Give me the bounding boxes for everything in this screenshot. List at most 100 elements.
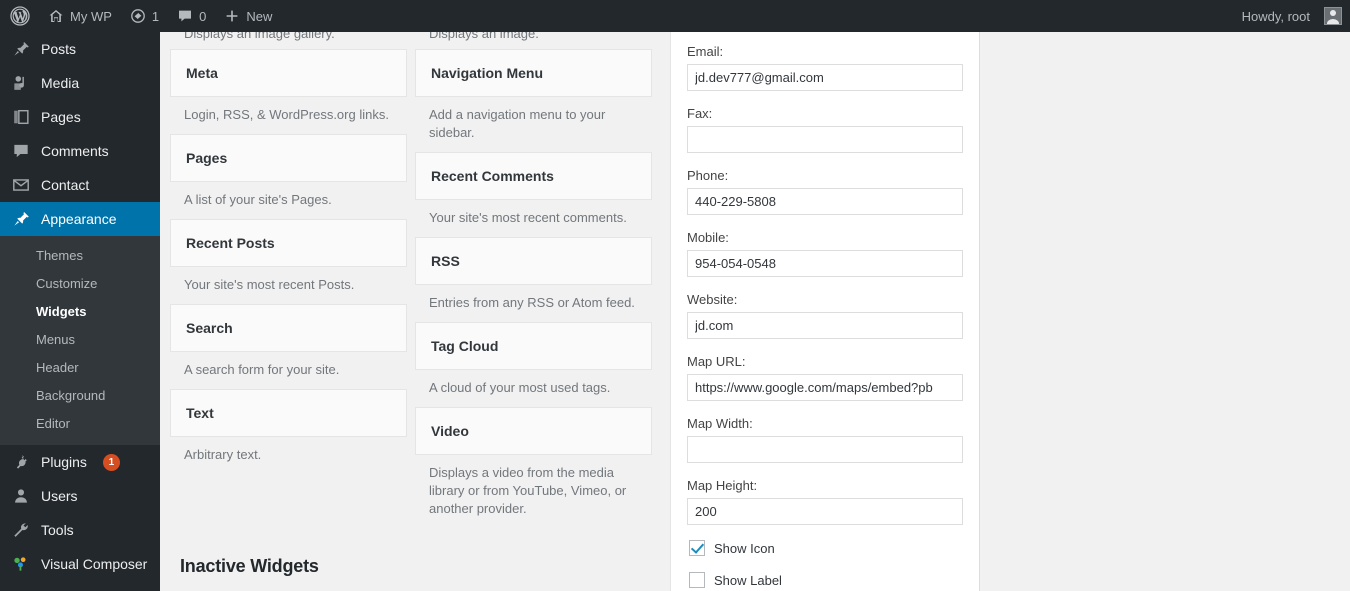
sidebar-item-plugins[interactable]: Plugins 1 (0, 445, 160, 479)
site-name-label: My WP (70, 8, 112, 24)
show-label-checkbox[interactable] (689, 572, 705, 588)
comment-bubble-icon (11, 141, 31, 161)
sidebar-item-label: Appearance (41, 211, 117, 227)
map-height-label: Map Height: (687, 478, 758, 493)
phone-field-group: Phone: (687, 168, 963, 215)
map-height-field[interactable] (687, 498, 963, 525)
show-icon-row: Show Icon (689, 540, 963, 556)
visual-composer-icon (11, 554, 31, 574)
map-height-field-group: Map Height: (687, 478, 963, 525)
fax-field[interactable] (687, 126, 963, 153)
map-url-field-group: Map URL: (687, 354, 963, 401)
submenu-item-widgets[interactable]: Widgets (0, 298, 160, 326)
map-url-field[interactable] (687, 374, 963, 401)
appearance-brush-icon (11, 209, 31, 229)
phone-field[interactable] (687, 188, 963, 215)
map-url-label: Map URL: (687, 354, 746, 369)
widget-card-pages[interactable]: Pages (170, 134, 407, 182)
sidebar-item-label: Visual Composer (41, 556, 148, 572)
widget-description: A list of your site's Pages. (184, 192, 332, 207)
show-icon-label: Show Icon (714, 540, 775, 556)
clipped-widget-description-right: Displays an image. (429, 32, 539, 41)
media-icon (11, 73, 31, 93)
mobile-label: Mobile: (687, 230, 729, 245)
submenu-item-themes[interactable]: Themes (0, 242, 160, 270)
website-field[interactable] (687, 312, 963, 339)
sidebar-item-tools[interactable]: Tools (0, 513, 160, 547)
widget-card-rss[interactable]: RSS (415, 237, 652, 285)
widget-card-recent-posts[interactable]: Recent Posts (170, 219, 407, 267)
widget-column-right: Displays an image. Navigation Menu Add a… (415, 32, 652, 528)
widget-description: Entries from any RSS or Atom feed. (429, 295, 635, 310)
my-account-button[interactable]: Howdy, root (1233, 0, 1342, 32)
user-icon (11, 486, 31, 506)
email-label: Email: (687, 44, 724, 59)
wordpress-logo-button[interactable] (0, 0, 39, 32)
submenu-item-header[interactable]: Header (0, 354, 160, 382)
widget-card-recent-comments[interactable]: Recent Comments (415, 152, 652, 200)
sidebar-item-label: Users (41, 488, 78, 504)
website-label: Website: (687, 292, 738, 307)
sidebar-item-appearance[interactable]: Appearance (0, 202, 160, 236)
pages-icon (11, 107, 31, 127)
wordpress-admin-screen: My WP 1 0 New Howdy, root Posts Media Pa… (0, 0, 1350, 591)
widget-description: Arbitrary text. (184, 447, 262, 462)
sidebar-item-pages[interactable]: Pages (0, 100, 160, 134)
sidebar-item-comments[interactable]: Comments (0, 134, 160, 168)
show-label-row: Show Label (689, 572, 963, 588)
website-field-group: Website: (687, 292, 963, 339)
email-field[interactable] (687, 64, 963, 91)
pin-icon (11, 39, 31, 59)
comments-button[interactable]: 0 (168, 0, 215, 32)
map-width-field[interactable] (687, 436, 963, 463)
sidebar-item-contact[interactable]: Contact (0, 168, 160, 202)
comment-bubble-icon (177, 8, 193, 24)
widget-card-text[interactable]: Text (170, 389, 407, 437)
sidebar-item-posts[interactable]: Posts (0, 32, 160, 66)
wordpress-logo-icon (10, 6, 30, 26)
submenu-item-menus[interactable]: Menus (0, 326, 160, 354)
widget-card-meta[interactable]: Meta (170, 49, 407, 97)
widget-card-search[interactable]: Search (170, 304, 407, 352)
sidebar-item-label: Comments (41, 143, 109, 159)
envelope-icon (11, 175, 31, 195)
mobile-field-group: Mobile: (687, 230, 963, 277)
sidebar-item-media[interactable]: Media (0, 66, 160, 100)
sidebar-item-users[interactable]: Users (0, 479, 160, 513)
fax-label: Fax: (687, 106, 713, 121)
new-content-label: New (246, 8, 273, 24)
widget-card-tag-cloud[interactable]: Tag Cloud (415, 322, 652, 370)
sidebar-item-label: Plugins (41, 454, 87, 470)
plugins-update-badge: 1 (102, 453, 120, 471)
site-name-button[interactable]: My WP (39, 0, 121, 32)
widget-column-left: Displays an image gallery. Meta Login, R… (170, 32, 407, 528)
widget-settings-form: Email: Fax: Phone: Mobile: Website: Map (670, 32, 980, 591)
howdy-label: Howdy, root (1241, 8, 1310, 24)
widget-description: Your site's most recent comments. (429, 210, 627, 225)
submenu-item-customize[interactable]: Customize (0, 270, 160, 298)
mobile-field[interactable] (687, 250, 963, 277)
plug-icon (11, 452, 31, 472)
plus-icon (224, 8, 240, 24)
sidebar-item-label: Posts (41, 41, 77, 57)
widgets-page-content: Displays an image gallery. Meta Login, R… (160, 32, 1350, 591)
appearance-submenu: Themes Customize Widgets Menus Header Ba… (0, 236, 160, 445)
sidebar-item-label: Contact (41, 177, 90, 193)
admin-bar: My WP 1 0 New Howdy, root (0, 0, 1350, 32)
show-icon-checkbox[interactable] (689, 540, 705, 556)
sidebar-item-label: Media (41, 75, 80, 91)
inactive-widgets-heading: Inactive Widgets (180, 556, 319, 576)
widget-description: Add a navigation menu to your sidebar. (429, 107, 606, 140)
widget-card-navigation-menu[interactable]: Navigation Menu (415, 49, 652, 97)
submenu-item-background[interactable]: Background (0, 382, 160, 410)
widget-description: Displays a video from the media library … (429, 465, 627, 516)
sidebar-item-label: Tools (41, 522, 74, 538)
show-label-label: Show Label (714, 572, 782, 588)
sidebar-item-visual-composer[interactable]: Visual Composer (0, 547, 160, 581)
new-content-button[interactable]: New (215, 0, 281, 32)
widget-card-video[interactable]: Video (415, 407, 652, 455)
fax-field-group: Fax: (687, 106, 963, 153)
map-width-label: Map Width: (687, 416, 753, 431)
submenu-item-editor[interactable]: Editor (0, 410, 160, 438)
updates-button[interactable]: 1 (121, 0, 168, 32)
